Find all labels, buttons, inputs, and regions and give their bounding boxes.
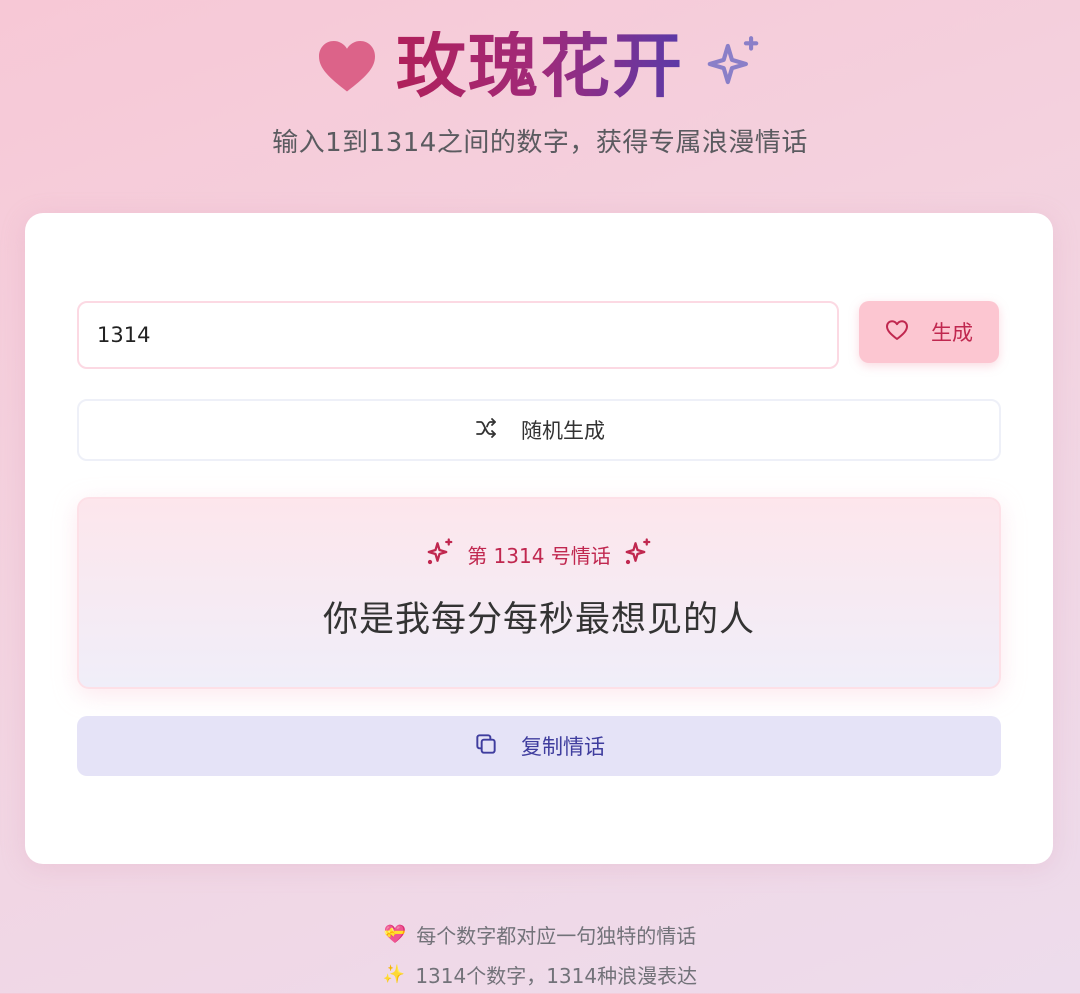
heart-outline-icon bbox=[885, 319, 909, 346]
generate-button[interactable]: 生成 bbox=[859, 301, 999, 363]
sparkles-icon bbox=[702, 33, 764, 99]
random-generate-button[interactable]: 随机生成 bbox=[77, 399, 1001, 461]
number-input[interactable] bbox=[77, 301, 839, 369]
page-subtitle: 输入1到1314之间的数字，获得专属浪漫情话 bbox=[272, 128, 808, 158]
quote-label-prefix: 第 bbox=[467, 543, 488, 568]
page-title: 玫瑰花开 bbox=[396, 25, 684, 107]
copy-icon bbox=[473, 731, 499, 762]
random-generate-label: 随机生成 bbox=[521, 419, 605, 443]
footer-text-2: 1314个数字，1314种浪漫表达 bbox=[415, 963, 698, 988]
sparkle-emoji-icon: ✨ bbox=[382, 963, 406, 985]
quote-number: 1314 bbox=[493, 543, 545, 568]
quote-text: 你是我每分每秒最想见的人 bbox=[322, 600, 755, 640]
quote-label-suffix: 号情话 bbox=[550, 543, 611, 568]
main-card: 生成 随机生成 第 1314 bbox=[25, 213, 1053, 864]
generate-label: 生成 bbox=[931, 321, 973, 345]
input-row: 生成 bbox=[77, 301, 1001, 373]
heart-icon bbox=[316, 38, 378, 94]
shuffle-icon bbox=[473, 416, 499, 445]
quote-number-label: 第 1314 号情话 bbox=[79, 537, 999, 571]
sparkles-icon bbox=[425, 537, 455, 572]
love-quote-card: 第 1314 号情话 你是我每分每秒最想见的人 bbox=[77, 497, 1001, 689]
footer: 💝 每个数字都对应一句独特的情话 ✨ 1314个数字，1314种浪漫表达 bbox=[0, 914, 1080, 994]
footer-line-2: ✨ 1314个数字，1314种浪漫表达 bbox=[0, 954, 1080, 994]
page-header: 玫瑰花开 输入1到1314之间的数字，获得专属浪漫情话 bbox=[0, 18, 1080, 159]
sparkles-icon bbox=[623, 537, 653, 572]
gift-heart-icon: 💝 bbox=[383, 923, 407, 945]
title-row: 玫瑰花开 bbox=[0, 18, 1080, 114]
footer-text-1: 每个数字都对应一句独特的情话 bbox=[416, 923, 697, 948]
footer-line-1: 💝 每个数字都对应一句独特的情话 bbox=[0, 914, 1080, 954]
copy-quote-label: 复制情话 bbox=[521, 735, 605, 759]
copy-quote-button[interactable]: 复制情话 bbox=[77, 716, 1001, 776]
